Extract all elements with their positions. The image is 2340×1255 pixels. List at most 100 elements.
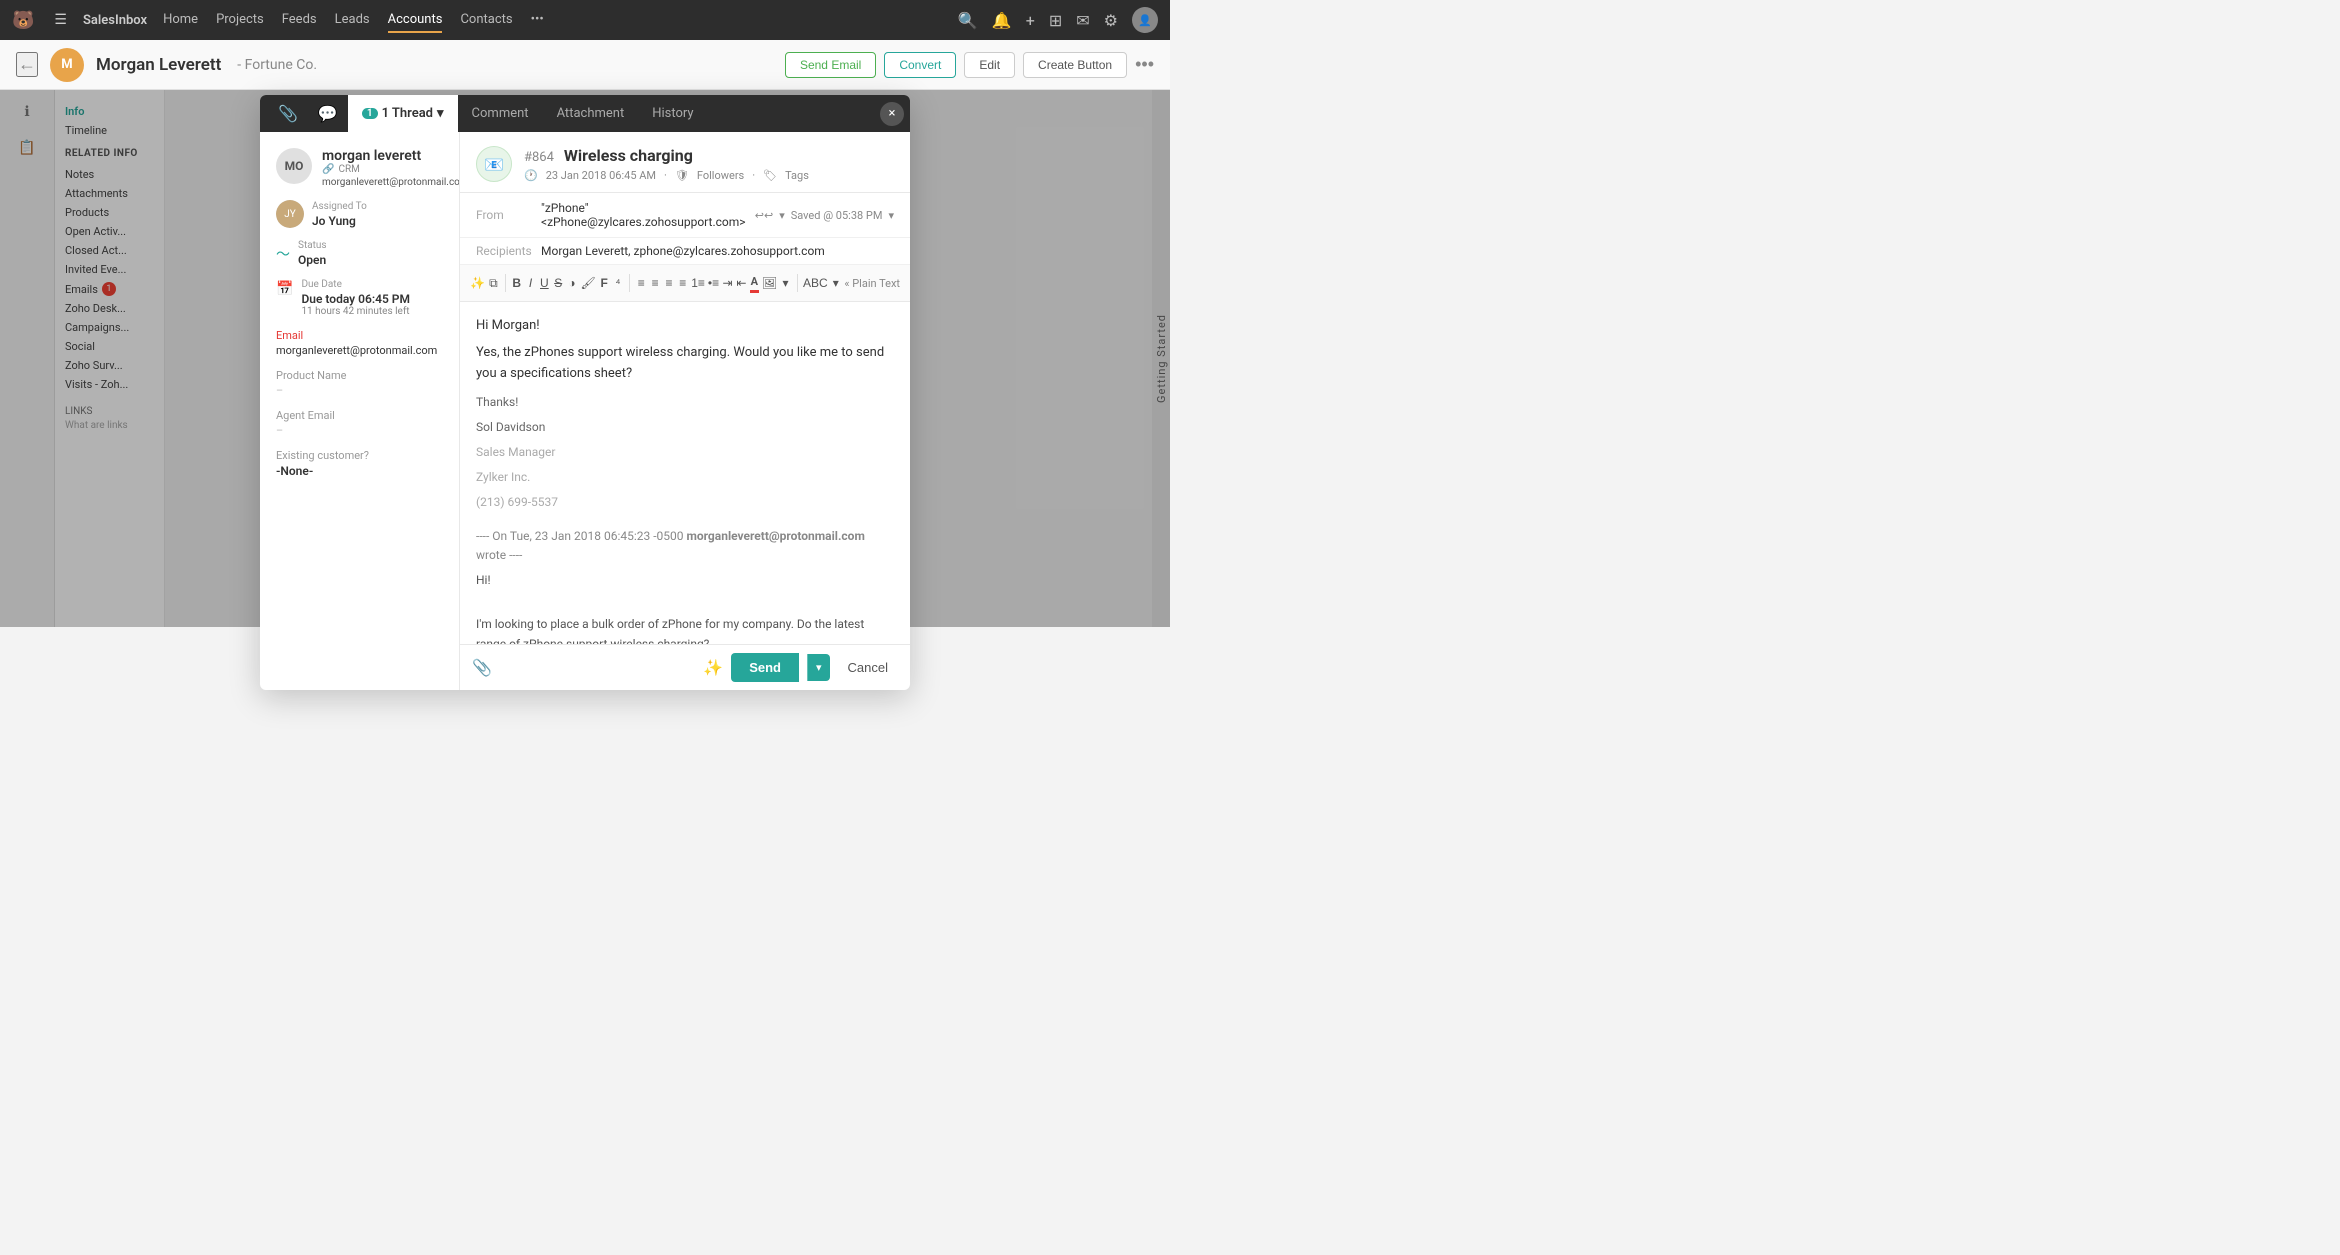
tag-icon: 🏷 (763, 169, 777, 182)
tab-history[interactable]: History (638, 95, 707, 132)
top-navigation: 🐻 ☰ SalesInbox Home Projects Feeds Leads… (0, 0, 1170, 40)
modal-overlay: 📎 💬 1 1 Thread ▾ Comment Attachment Hist… (0, 90, 1170, 627)
tab-history-label: History (652, 106, 693, 121)
due-date-row: 📅 Due Date Due today 06:45 PM 11 hours 4… (276, 279, 443, 317)
toolbar-strikethrough[interactable]: S (553, 271, 564, 295)
calendar-icon: 📅 (276, 281, 293, 297)
arrow-icon[interactable]: ▾ (779, 209, 785, 222)
agent-email-value: – (276, 424, 443, 437)
app-logo: 🐻 (12, 10, 34, 31)
hamburger-icon[interactable]: ☰ (54, 12, 67, 28)
toolbar-ul[interactable]: •≡ (708, 271, 719, 295)
email-body[interactable]: Hi Morgan! Yes, the zPhones support wire… (460, 302, 910, 644)
existing-customer-label: Existing customer? (276, 449, 443, 462)
sig-line-5: (213) 699-5537 (476, 493, 894, 512)
contact-email-small: morganleverett@protonmail.com (322, 177, 460, 188)
attachment-icon[interactable]: 📎 (472, 658, 492, 677)
tab-attachment[interactable]: Attachment (543, 95, 639, 132)
toolbar-indent[interactable]: ⇥ (722, 271, 733, 295)
convert-button[interactable]: Convert (884, 52, 956, 78)
send-email-button[interactable]: Send Email (785, 52, 876, 78)
cancel-button[interactable]: Cancel (838, 653, 898, 682)
more-actions-button[interactable]: ••• (1135, 54, 1154, 75)
back-button[interactable]: ← (16, 52, 38, 77)
send-dropdown-button[interactable]: ▾ (807, 654, 830, 681)
toolbar-underline[interactable]: U (539, 271, 550, 295)
toolbar-font2[interactable]: ⁴ (613, 271, 624, 295)
from-value: "zPhone"<zPhone@zylcares.zohosupport.com… (541, 201, 755, 229)
toolbar-text-color[interactable]: A (750, 273, 759, 293)
email-from-row: From "zPhone"<zPhone@zylcares.zohosuppor… (460, 193, 910, 238)
attachment-tab-icon[interactable]: 📎 (268, 104, 308, 123)
email-recipients-row: Recipients Morgan Leverett, zphone@zylca… (460, 238, 910, 265)
status-value: Open (298, 253, 327, 267)
toolbar-font[interactable]: F (599, 271, 610, 295)
send-button[interactable]: Send (731, 653, 799, 682)
nav-contacts[interactable]: Contacts (460, 8, 512, 33)
email-modal: 📎 💬 1 1 Thread ▾ Comment Attachment Hist… (260, 95, 910, 690)
email-field-value: morganleverett@protonmail.com (276, 344, 443, 357)
due-label: Due Date (301, 279, 410, 290)
toolbar-bold[interactable]: B (511, 271, 522, 295)
user-avatar[interactable]: 👤 (1132, 7, 1158, 33)
settings-icon[interactable]: ⚙ (1104, 11, 1118, 30)
toolbar-ol[interactable]: 1≡ (691, 271, 705, 295)
from-label: From (476, 208, 541, 222)
nav-leads[interactable]: Leads (335, 8, 370, 33)
toolbar-outdent[interactable]: ⇤ (736, 271, 747, 295)
add-icon[interactable]: + (1026, 11, 1035, 30)
sub-navigation: ← M Morgan Leverett - Fortune Co. Send E… (0, 40, 1170, 90)
brand-name: SalesInbox (83, 13, 147, 28)
plain-text-toggle[interactable]: « Plain Text (844, 277, 900, 290)
toolbar-more-options[interactable]: ▾ (780, 271, 791, 295)
tab-comment[interactable]: Comment (458, 95, 543, 132)
reply-icon[interactable]: ↩↩ (755, 209, 773, 222)
search-icon[interactable]: 🔍 (958, 11, 978, 30)
compose-area[interactable] (500, 654, 695, 682)
nav-more[interactable]: ••• (531, 8, 544, 33)
tab-comment-label: Comment (472, 106, 529, 121)
grid-icon[interactable]: ⊞ (1049, 11, 1062, 30)
toolbar-abc[interactable]: ABC (803, 271, 827, 295)
sig-line-4: Zylker Inc. (476, 468, 894, 487)
modal-body: MO morgan leverett 🔗 CRM morganleverett@… (260, 132, 910, 690)
toolbar-image[interactable]: 🖼 (762, 271, 777, 295)
ticket-subject: Wireless charging (564, 146, 693, 165)
toolbar-magic[interactable]: ✨ (470, 271, 485, 295)
nav-accounts[interactable]: Accounts (388, 8, 443, 33)
nav-feeds[interactable]: Feeds (282, 8, 317, 33)
saved-dropdown[interactable]: ▾ (888, 209, 894, 222)
status-label: Status (298, 240, 327, 251)
contact-panel: MO morgan leverett 🔗 CRM morganleverett@… (260, 132, 460, 690)
comment-tab-icon[interactable]: 💬 (308, 104, 348, 123)
create-button[interactable]: Create Button (1023, 52, 1127, 78)
toolbar-align-right[interactable]: ≡ (664, 271, 675, 295)
ai-sparkle-icon[interactable]: ✨ (703, 658, 723, 677)
toolbar-align-left[interactable]: ≡ (636, 271, 647, 295)
nav-home[interactable]: Home (163, 8, 198, 33)
contact-header: MO morgan leverett 🔗 CRM morganleverett@… (276, 148, 443, 188)
main-layout: ℹ 📋 Info Timeline RELATED INFO Notes Att… (0, 90, 1170, 627)
assigned-label: Assigned To (312, 201, 367, 212)
tab-attachment-label: Attachment (557, 106, 625, 121)
tab-thread[interactable]: 1 1 Thread ▾ (348, 95, 458, 132)
edit-button[interactable]: Edit (964, 52, 1015, 78)
modal-close-button[interactable]: × (880, 102, 904, 126)
nav-projects[interactable]: Projects (216, 8, 264, 33)
toolbar-justify[interactable]: ≡ (677, 271, 688, 295)
contact-name: morgan leverett (322, 148, 460, 164)
status-icon: 〜 (276, 244, 290, 264)
product-name-section: Product Name – (276, 369, 443, 397)
toolbar-highlight[interactable]: ◑ (567, 271, 578, 295)
ticket-meta: 🕐 23 Jan 2018 06:45 AM · 🛡 Followers · 🏷… (524, 169, 894, 182)
toolbar-spellcheck-dropdown[interactable]: ▾ (830, 271, 841, 295)
toolbar-copy[interactable]: ⧉ (488, 271, 499, 295)
toolbar-paint[interactable]: 🖌 (580, 271, 595, 295)
contact-crm-badge: 🔗 CRM (322, 164, 460, 175)
toolbar-align-center[interactable]: ≡ (650, 271, 661, 295)
contact-info: morgan leverett 🔗 CRM morganleverett@pro… (322, 148, 460, 188)
mail-icon[interactable]: ✉ (1076, 11, 1089, 30)
bell-icon[interactable]: 🔔 (992, 11, 1012, 30)
toolbar-italic[interactable]: I (525, 271, 536, 295)
contact-name-header: Morgan Leverett (96, 55, 221, 75)
